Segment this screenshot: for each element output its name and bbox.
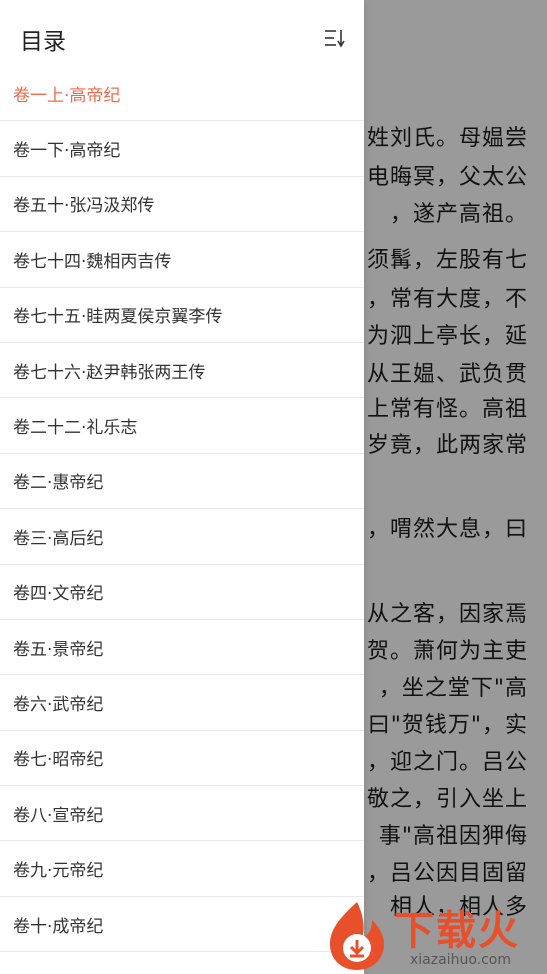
reader-text-line: 贺。萧何为主吏 (366, 639, 528, 664)
watermark-text: 下载火 (394, 908, 520, 954)
reader-text-line: ，迎之门。吕公 (366, 750, 528, 775)
toc-item[interactable]: 卷八·宣帝纪 (0, 786, 364, 842)
toc-item[interactable]: 卷五·景帝纪 (0, 620, 364, 676)
toc-item[interactable]: 卷三·高后纪 (0, 509, 364, 565)
reader-text-line: ，常有大度，不 (366, 287, 528, 312)
reader-text-line: ，遂产高祖。 (389, 202, 528, 227)
toc-item[interactable]: 卷七十六·赵尹韩张两王传 (0, 343, 364, 399)
toc-item[interactable]: 卷一下·高帝纪 (0, 121, 364, 177)
toc-item[interactable]: 卷二·惠帝纪 (0, 454, 364, 510)
toc-item[interactable]: 卷一上·高帝纪 (0, 66, 364, 122)
toc-item[interactable]: 卷二十二·礼乐志 (0, 398, 364, 454)
reader-text-line: ，吕公因目固留 (366, 861, 528, 886)
toc-item[interactable]: 卷九·元帝纪 (0, 841, 364, 897)
reader-text-line: 从王媪、武负贯 (366, 362, 528, 387)
toc-list: 卷一上·高帝纪 卷一下·高帝纪 卷五十·张冯汲郑传 卷七十四·魏相丙吉传 卷七十五·眭两… (0, 66, 364, 953)
reader-text-line: ，喟然大息，曰 (366, 517, 528, 542)
reader-text-line: 姓刘氏。母媪尝 (366, 126, 528, 151)
reader-text-line: 曰"贺钱万"，实 (367, 713, 528, 738)
watermark-subtext: xiazaihuo.com (410, 952, 511, 968)
reader-text-line: 事"高祖因狎侮 (378, 824, 528, 849)
toc-drawer: 目录 卷一上·高帝纪 卷一下·高帝纪 卷五十·张冯汲郑传 卷七十四·魏相丙吉传 卷七十五… (0, 0, 364, 974)
reader-text-line: 上常有怪。高祖 (366, 397, 528, 422)
drawer-title: 目录 (20, 29, 66, 55)
toc-item[interactable]: 卷七十五·眭两夏侯京翼李传 (0, 288, 364, 343)
reader-text-line: 电晦冥，父太公 (366, 165, 528, 190)
toc-item[interactable]: 卷七十四·魏相丙吉传 (0, 232, 364, 288)
reader-text-line: ，坐之堂下"高 (378, 676, 528, 701)
toc-item[interactable]: 卷五十·张冯汲郑传 (0, 177, 364, 233)
sort-reverse-icon[interactable] (324, 28, 346, 48)
reader-text-line: 为泗上亭长，延 (366, 324, 528, 349)
toc-item[interactable]: 卷十·成帝纪 (0, 897, 364, 953)
flame-icon (330, 902, 384, 970)
toc-item[interactable]: 卷四·文帝纪 (0, 565, 364, 620)
toc-item[interactable]: 卷六·武帝纪 (0, 675, 364, 731)
watermark-logo: 下载火 xiazaihuo.com (322, 898, 544, 972)
reader-text-line: 敬之，引入坐上 (366, 787, 528, 812)
reader-text-line: 岁竟，此两家常 (366, 433, 528, 458)
toc-item[interactable]: 卷七·昭帝纪 (0, 731, 364, 787)
reader-text-line: 从之客，因家焉 (366, 602, 528, 627)
drawer-header: 目录 (0, 0, 364, 66)
reader-text-line: 须髯，左股有七 (366, 248, 528, 273)
